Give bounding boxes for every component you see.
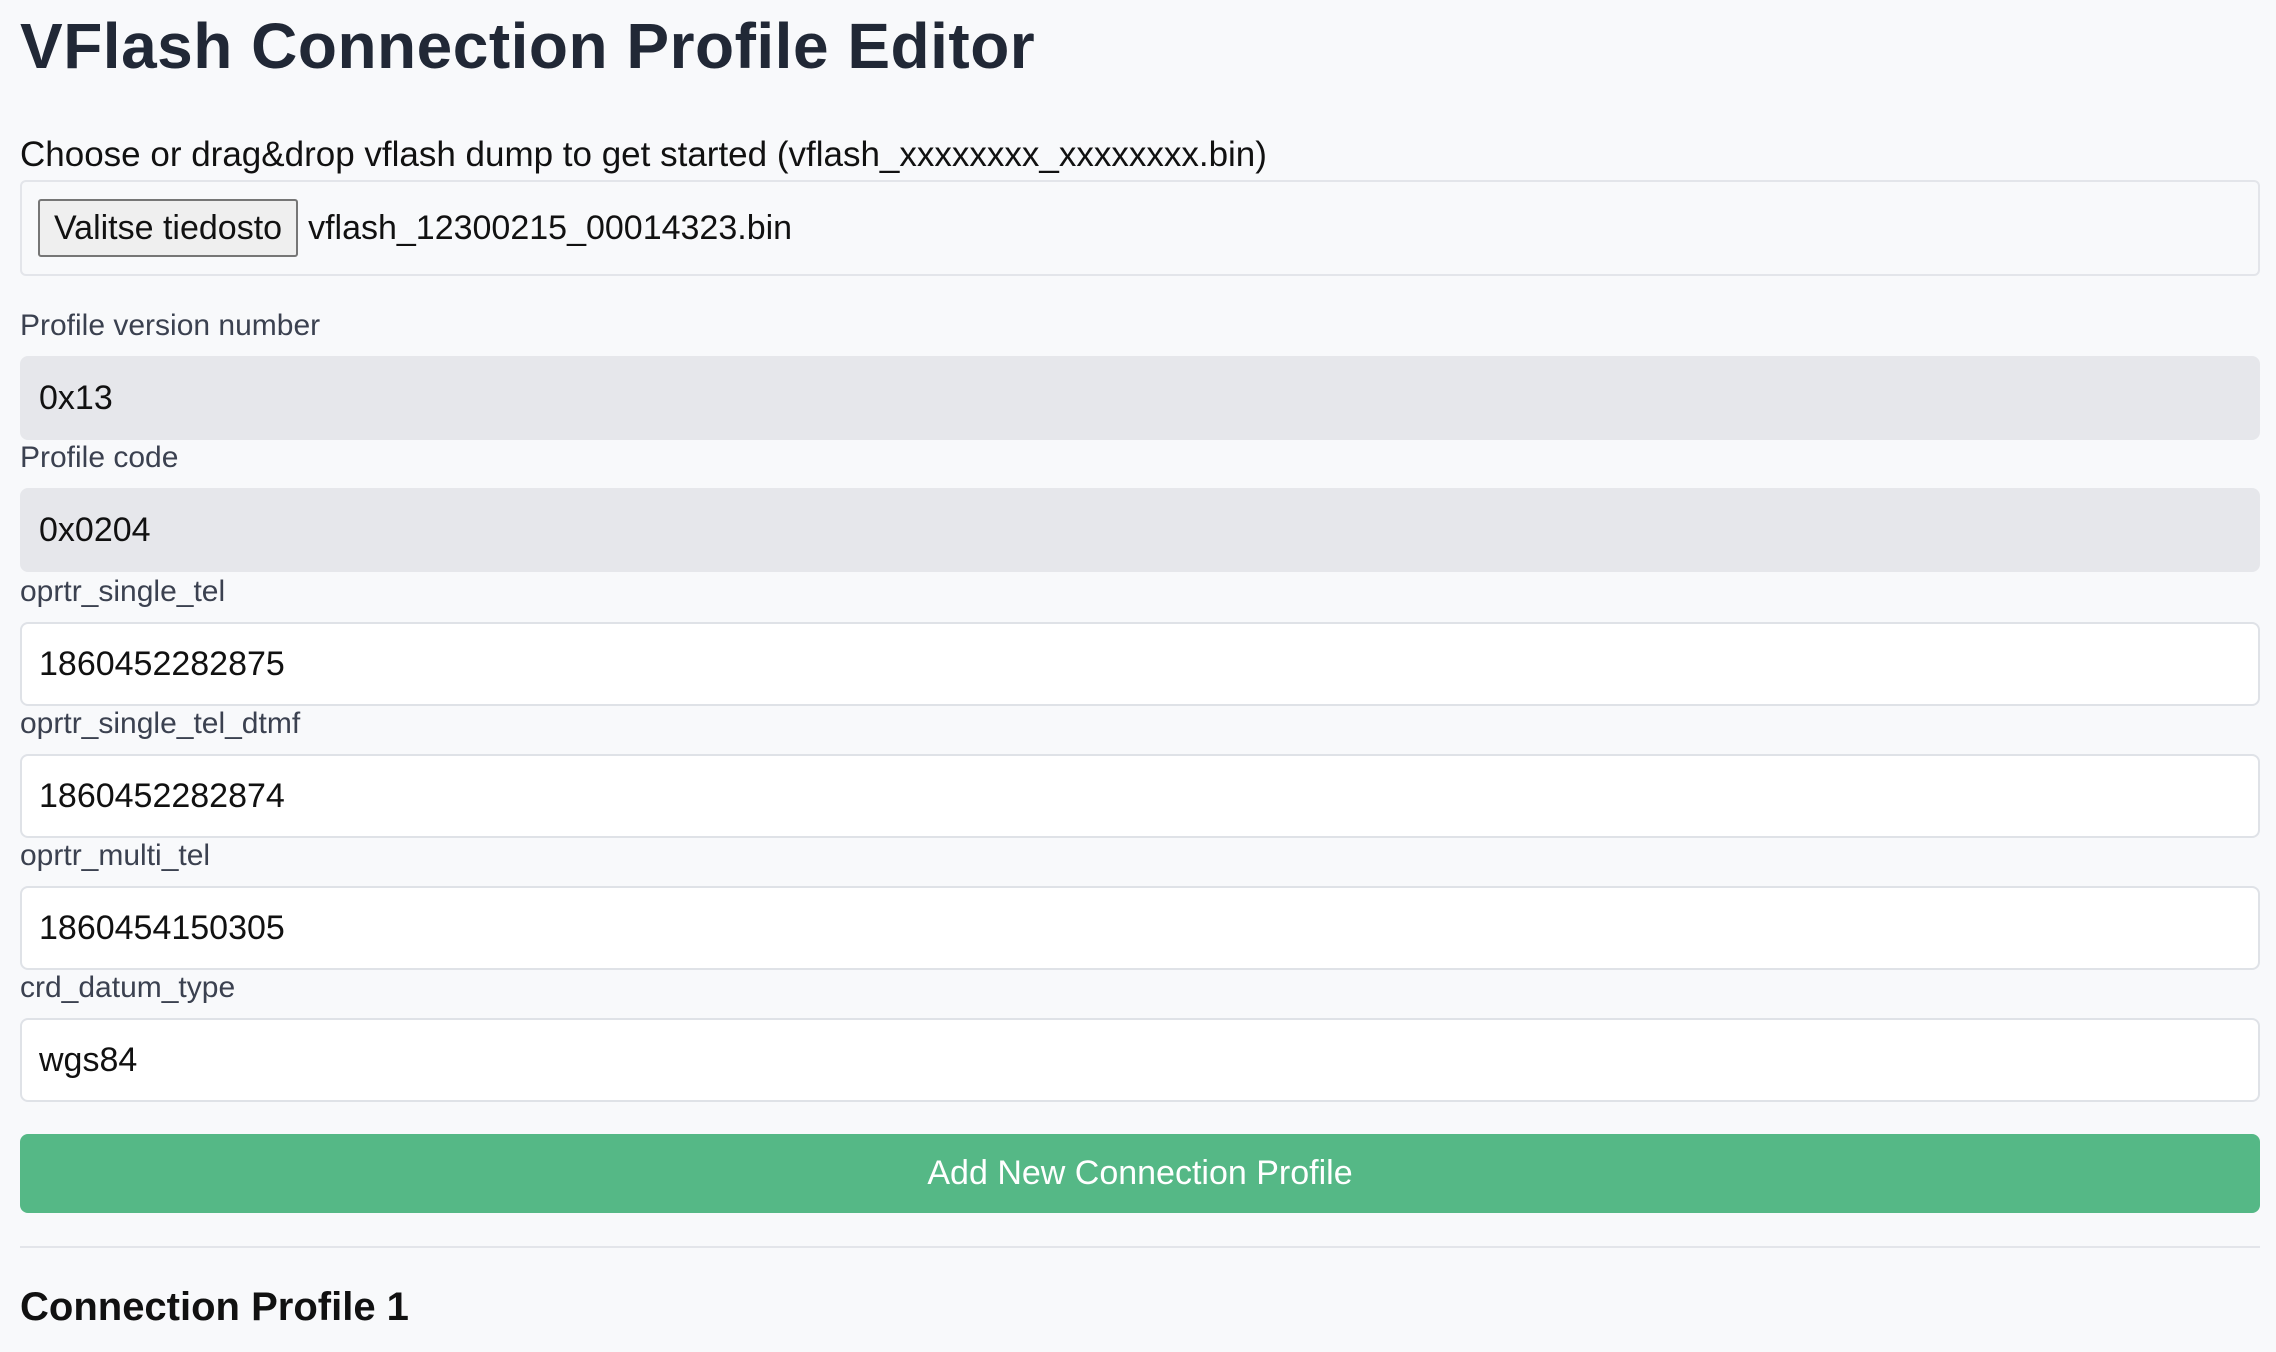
section-divider — [20, 1246, 2260, 1248]
profile-version-label: Profile version number — [20, 309, 321, 342]
file-picker-instruction: Choose or drag&drop vflash dump to get s… — [20, 135, 1267, 174]
profile-code-field[interactable] — [20, 488, 2260, 572]
oprtr-single-tel-dtmf-field[interactable] — [20, 754, 2260, 838]
oprtr-single-tel-label: oprtr_single_tel — [20, 575, 226, 608]
crd-datum-type-field[interactable] — [20, 1018, 2260, 1102]
selected-file-name: vflash_12300215_00014323.bin — [308, 208, 793, 247]
add-connection-profile-button[interactable]: Add New Connection Profile — [20, 1134, 2260, 1213]
oprtr-single-tel-dtmf-label: oprtr_single_tel_dtmf — [20, 707, 301, 740]
oprtr-multi-tel-field[interactable] — [20, 886, 2260, 970]
profile-version-field[interactable] — [20, 356, 2260, 440]
oprtr-single-tel-field[interactable] — [20, 622, 2260, 706]
connection-profile-title: Connection Profile 1 — [20, 1285, 409, 1329]
profile-code-label: Profile code — [20, 441, 179, 474]
file-drop-zone[interactable]: Valitse tiedosto vflash_12300215_0001432… — [20, 180, 2260, 276]
choose-file-button[interactable]: Valitse tiedosto — [38, 199, 299, 257]
crd-datum-type-label: crd_datum_type — [20, 971, 236, 1004]
page-title: VFlash Connection Profile Editor — [20, 10, 1036, 82]
oprtr-multi-tel-label: oprtr_multi_tel — [20, 839, 211, 872]
page: VFlash Connection Profile Editor Choose … — [0, 0, 2276, 1352]
